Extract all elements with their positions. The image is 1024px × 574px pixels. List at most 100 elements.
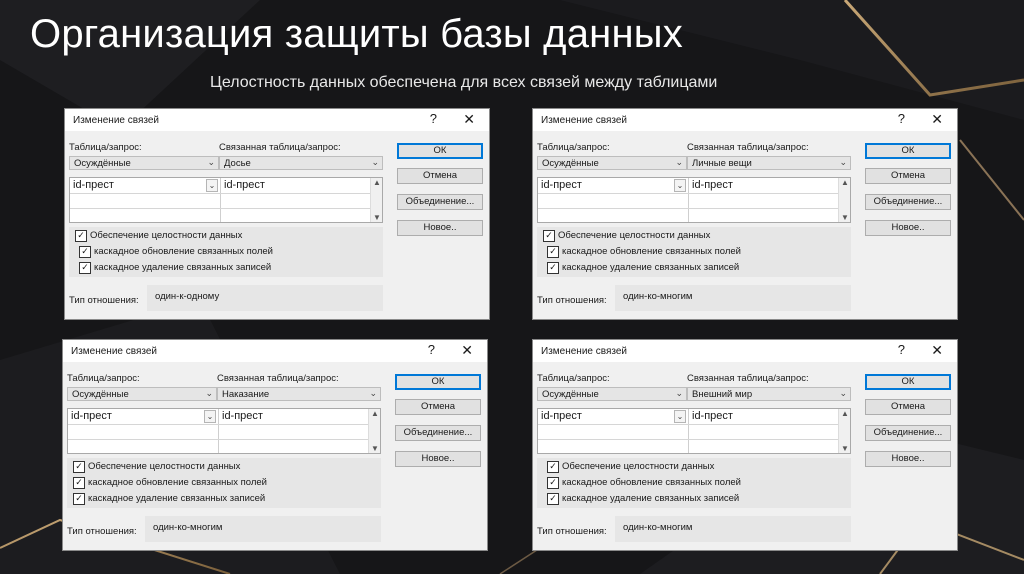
edit-relationships-dialog-1: Изменение связей ? ✕ Таблица/запрос: Свя… xyxy=(64,108,490,320)
cancel-button[interactable]: Отмена xyxy=(397,168,483,184)
ok-button[interactable]: ОК xyxy=(395,374,481,390)
table-select-value: Осуждённые xyxy=(542,158,599,169)
chevron-down-icon: ⌄ xyxy=(839,157,847,167)
join-type-button[interactable]: Объединение... xyxy=(397,194,483,210)
field-dropdown-icon[interactable]: ⌄ xyxy=(204,410,216,423)
create-new-button[interactable]: Новое.. xyxy=(395,451,481,467)
help-icon[interactable]: ? xyxy=(898,342,905,357)
chevron-down-icon: ⌄ xyxy=(207,157,215,167)
chevron-down-icon: ⌄ xyxy=(205,388,213,398)
cascade-delete-checkbox[interactable]: ✓ xyxy=(547,262,559,274)
enforce-integrity-checkbox[interactable]: ✓ xyxy=(547,461,559,473)
table-select[interactable]: Осуждённые ⌄ xyxy=(537,387,687,401)
scroll-up-icon[interactable]: ▲ xyxy=(841,409,849,418)
join-type-button[interactable]: Объединение... xyxy=(395,425,481,441)
related-table-select[interactable]: Личные вещи ⌄ xyxy=(687,156,851,170)
scroll-up-icon[interactable]: ▲ xyxy=(371,409,379,418)
scroll-up-icon[interactable]: ▲ xyxy=(841,178,849,187)
cascade-delete-label: каскадное удаление связанных записей xyxy=(94,262,272,273)
field-dropdown-icon[interactable]: ⌄ xyxy=(674,179,686,192)
field-cell-left[interactable]: id-прест xyxy=(71,410,112,422)
slide-title: Организация защиты базы данных xyxy=(30,12,683,56)
cancel-button[interactable]: Отмена xyxy=(395,399,481,415)
enforce-integrity-label: Обеспечение целостности данных xyxy=(90,230,243,241)
relation-type-value: один-ко-многим xyxy=(623,291,693,302)
field-dropdown-icon[interactable]: ⌄ xyxy=(674,410,686,423)
ok-button[interactable]: ОК xyxy=(865,143,951,159)
table-label: Таблица/запрос: xyxy=(67,373,140,384)
table-select[interactable]: Осуждённые ⌄ xyxy=(69,156,219,170)
related-table-select[interactable]: Внешний мир ⌄ xyxy=(687,387,851,401)
related-table-label: Связанная таблица/запрос: xyxy=(219,142,341,153)
fields-grid: id-прест ⌄ id-прест ▲ ▼ xyxy=(537,408,851,454)
ok-button[interactable]: ОК xyxy=(397,143,483,159)
field-cell-right[interactable]: id-прест xyxy=(692,410,733,422)
scroll-down-icon[interactable]: ▼ xyxy=(373,213,381,222)
table-select-value: Осуждённые xyxy=(72,389,129,400)
cascade-delete-checkbox[interactable]: ✓ xyxy=(73,493,85,505)
dialog-title: Изменение связей xyxy=(73,115,159,126)
relation-type-value: один-ко-многим xyxy=(623,522,693,533)
table-select[interactable]: Осуждённые ⌄ xyxy=(67,387,217,401)
slide-subtitle: Целостность данных обеспечена для всех с… xyxy=(210,74,718,91)
fields-grid: id-прест ⌄ id-прест ▲ ▼ xyxy=(67,408,381,454)
field-cell-left[interactable]: id-прест xyxy=(541,179,582,191)
create-new-button[interactable]: Новое.. xyxy=(865,451,951,467)
field-cell-left[interactable]: id-прест xyxy=(73,179,114,191)
close-icon[interactable]: ✕ xyxy=(461,342,473,359)
related-table-label: Связанная таблица/запрос: xyxy=(687,373,809,384)
close-icon[interactable]: ✕ xyxy=(931,342,943,359)
cascade-delete-checkbox[interactable]: ✓ xyxy=(79,262,91,274)
related-table-label: Связанная таблица/запрос: xyxy=(687,142,809,153)
grid-scrollbar[interactable]: ▲ ▼ xyxy=(838,178,850,222)
cascade-delete-label: каскадное удаление связанных записей xyxy=(562,493,740,504)
ok-button[interactable]: ОК xyxy=(865,374,951,390)
related-table-select[interactable]: Досье ⌄ xyxy=(219,156,383,170)
field-cell-right[interactable]: id-прест xyxy=(692,179,733,191)
field-cell-left[interactable]: id-прест xyxy=(541,410,582,422)
join-type-button[interactable]: Объединение... xyxy=(865,425,951,441)
dialog-title: Изменение связей xyxy=(541,346,627,357)
cancel-button[interactable]: Отмена xyxy=(865,399,951,415)
grid-scrollbar[interactable]: ▲ ▼ xyxy=(368,409,380,453)
cascade-update-checkbox[interactable]: ✓ xyxy=(79,246,91,258)
scroll-up-icon[interactable]: ▲ xyxy=(373,178,381,187)
cascade-update-checkbox[interactable]: ✓ xyxy=(73,477,85,489)
close-icon[interactable]: ✕ xyxy=(463,111,475,128)
cascade-delete-label: каскадное удаление связанных записей xyxy=(88,493,266,504)
help-icon[interactable]: ? xyxy=(428,342,435,357)
close-icon[interactable]: ✕ xyxy=(931,111,943,128)
enforce-integrity-checkbox[interactable]: ✓ xyxy=(543,230,555,242)
table-label: Таблица/запрос: xyxy=(69,142,142,153)
dialog-titlebar: Изменение связей ? ✕ xyxy=(63,340,487,362)
enforce-integrity-checkbox[interactable]: ✓ xyxy=(73,461,85,473)
field-cell-right[interactable]: id-прест xyxy=(224,179,265,191)
scroll-down-icon[interactable]: ▼ xyxy=(371,444,379,453)
field-dropdown-icon[interactable]: ⌄ xyxy=(206,179,218,192)
grid-scrollbar[interactable]: ▲ ▼ xyxy=(838,409,850,453)
help-icon[interactable]: ? xyxy=(430,111,437,126)
scroll-down-icon[interactable]: ▼ xyxy=(841,213,849,222)
create-new-button[interactable]: Новое.. xyxy=(397,220,483,236)
scroll-down-icon[interactable]: ▼ xyxy=(841,444,849,453)
create-new-button[interactable]: Новое.. xyxy=(865,220,951,236)
field-cell-right[interactable]: id-прест xyxy=(222,410,263,422)
cascade-delete-checkbox[interactable]: ✓ xyxy=(547,493,559,505)
enforce-integrity-checkbox[interactable]: ✓ xyxy=(75,230,87,242)
table-select[interactable]: Осуждённые ⌄ xyxy=(537,156,687,170)
cascade-update-checkbox[interactable]: ✓ xyxy=(547,246,559,258)
related-table-select[interactable]: Наказание ⌄ xyxy=(217,387,381,401)
relation-type-box: один-ко-многим xyxy=(145,516,381,542)
edit-relationships-dialog-2: Изменение связей ? ✕ Таблица/запрос: Свя… xyxy=(532,108,958,320)
cancel-button[interactable]: Отмена xyxy=(865,168,951,184)
relation-type-label: Тип отношения: xyxy=(537,295,607,306)
relation-type-label: Тип отношения: xyxy=(537,526,607,537)
relation-type-value: один-к-одному xyxy=(155,291,220,302)
related-table-select-value: Наказание xyxy=(222,389,270,400)
cascade-update-checkbox[interactable]: ✓ xyxy=(547,477,559,489)
join-type-button[interactable]: Объединение... xyxy=(865,194,951,210)
relation-type-box: один-ко-многим xyxy=(615,285,851,311)
grid-scrollbar[interactable]: ▲ ▼ xyxy=(370,178,382,222)
help-icon[interactable]: ? xyxy=(898,111,905,126)
chevron-down-icon: ⌄ xyxy=(675,388,683,398)
